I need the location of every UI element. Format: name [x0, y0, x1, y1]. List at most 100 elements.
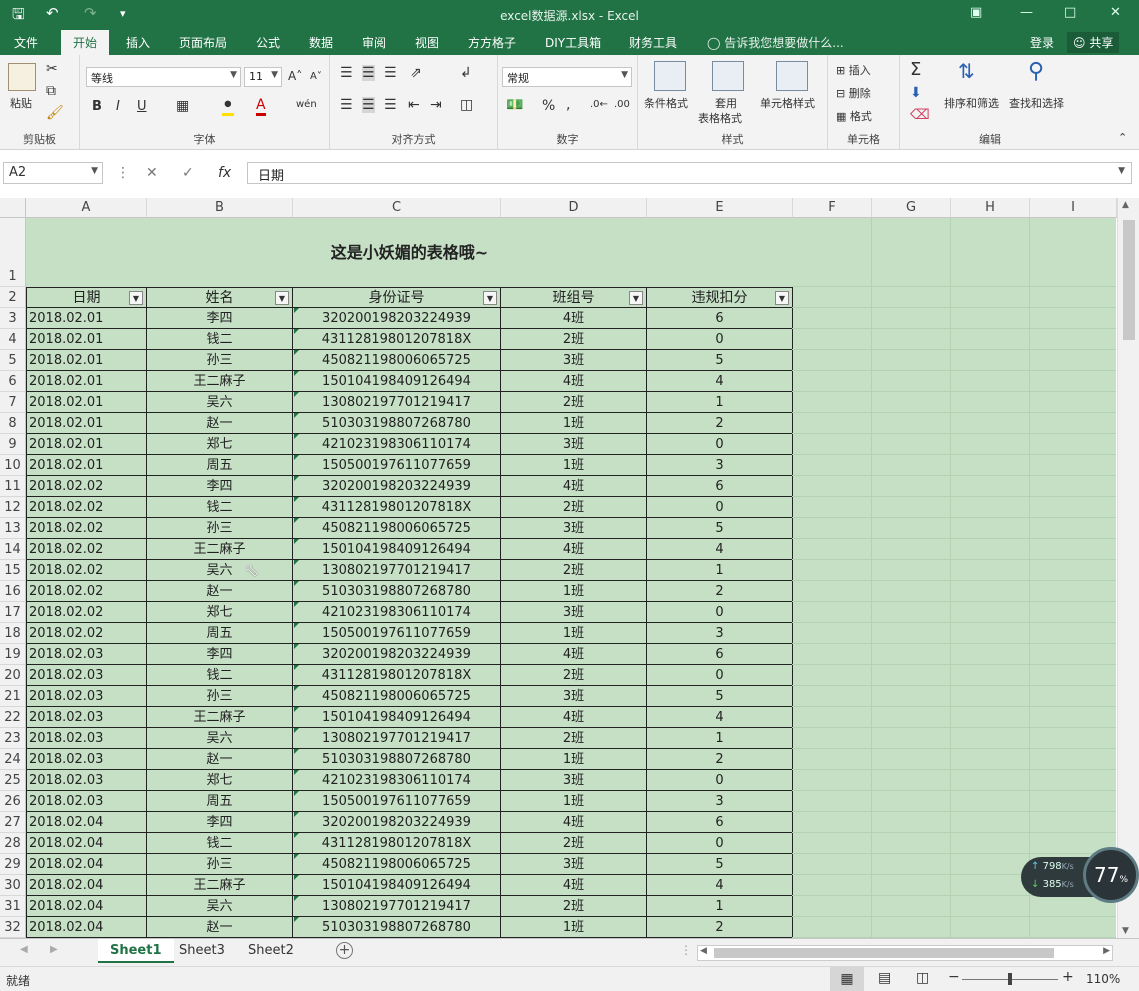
- filter-dropdown-icon[interactable]: ▼: [129, 291, 143, 305]
- cell-id[interactable]: 43112819801207818X: [293, 833, 501, 854]
- cell-date[interactable]: 2018.02.03: [26, 749, 147, 770]
- row-header[interactable]: 21: [0, 686, 26, 707]
- tab-home[interactable]: 开始: [61, 30, 110, 55]
- row-header[interactable]: 27: [0, 812, 26, 833]
- delete-cells-button[interactable]: ⊟ 删除: [836, 85, 871, 101]
- cell-team[interactable]: 1班: [501, 791, 647, 812]
- scroll-up-icon[interactable]: ▲: [1122, 200, 1129, 210]
- cell-score[interactable]: 4: [647, 875, 793, 896]
- row-header[interactable]: 3: [0, 308, 26, 329]
- find-select-button[interactable]: 查找和选择: [1009, 95, 1064, 111]
- decrease-indent-icon[interactable]: ⇤: [408, 97, 420, 113]
- cell-score[interactable]: 6: [647, 476, 793, 497]
- cell-name[interactable]: 孙三: [147, 518, 293, 539]
- row-header[interactable]: 6: [0, 371, 26, 392]
- cell-team[interactable]: 4班: [501, 875, 647, 896]
- row-header[interactable]: 26: [0, 791, 26, 812]
- cell-team[interactable]: 2班: [501, 896, 647, 917]
- cell-team[interactable]: 4班: [501, 476, 647, 497]
- cell-team[interactable]: 2班: [501, 329, 647, 350]
- cell-date[interactable]: 2018.02.03: [26, 770, 147, 791]
- cell-date[interactable]: 2018.02.03: [26, 665, 147, 686]
- cell-score[interactable]: 1: [647, 560, 793, 581]
- cell-date[interactable]: 2018.02.04: [26, 812, 147, 833]
- enter-icon[interactable]: ✓: [182, 165, 194, 181]
- select-all-corner[interactable]: [0, 198, 26, 218]
- page-layout-view-icon[interactable]: ▤: [878, 970, 891, 986]
- tab-file[interactable]: 文件: [14, 34, 38, 51]
- row-header[interactable]: 32: [0, 917, 26, 938]
- conditional-format-button[interactable]: 条件格式: [644, 95, 688, 111]
- cell-id[interactable]: 150500197611077659: [293, 791, 501, 812]
- cell-score[interactable]: 3: [647, 791, 793, 812]
- row-header[interactable]: 11: [0, 476, 26, 497]
- cell-team[interactable]: 2班: [501, 728, 647, 749]
- cell-date[interactable]: 2018.02.01: [26, 329, 147, 350]
- cell-name[interactable]: 李四: [147, 812, 293, 833]
- cell-name[interactable]: 赵一: [147, 749, 293, 770]
- cell-name[interactable]: 王二麻子: [147, 539, 293, 560]
- cell-id[interactable]: 130802197701219417: [293, 896, 501, 917]
- cell-name[interactable]: 王二麻子: [147, 707, 293, 728]
- cell-id[interactable]: 150104198409126494: [293, 371, 501, 392]
- cell-team[interactable]: 1班: [501, 581, 647, 602]
- cell-id[interactable]: 510303198807268780: [293, 917, 501, 938]
- cell-score[interactable]: 0: [647, 434, 793, 455]
- cell-id[interactable]: 43112819801207818X: [293, 329, 501, 350]
- cell-name[interactable]: 赵一: [147, 581, 293, 602]
- cell-team[interactable]: 4班: [501, 308, 647, 329]
- row-header[interactable]: 28: [0, 833, 26, 854]
- cell-name[interactable]: 钱二: [147, 665, 293, 686]
- cell-date[interactable]: 2018.02.04: [26, 896, 147, 917]
- cell-date[interactable]: 2018.02.03: [26, 791, 147, 812]
- zoom-level[interactable]: 110%: [1086, 972, 1120, 986]
- insert-function-button[interactable]: fx: [218, 165, 231, 181]
- cell-team[interactable]: 3班: [501, 686, 647, 707]
- filter-dropdown-icon[interactable]: ▼: [483, 291, 497, 305]
- zoom-out-button[interactable]: −: [948, 969, 960, 985]
- cell-team[interactable]: 4班: [501, 371, 647, 392]
- h-scroll-thumb[interactable]: [714, 948, 1054, 958]
- cell-score[interactable]: 4: [647, 707, 793, 728]
- cell-name[interactable]: 王二麻子: [147, 371, 293, 392]
- cell-date[interactable]: 2018.02.02: [26, 518, 147, 539]
- minimize-icon[interactable]: —: [1020, 5, 1033, 20]
- cell-team[interactable]: 3班: [501, 350, 647, 371]
- cell-score[interactable]: 1: [647, 728, 793, 749]
- zoom-slider-thumb[interactable]: [1008, 973, 1012, 985]
- row-header[interactable]: 7: [0, 392, 26, 413]
- cell-date[interactable]: 2018.02.01: [26, 455, 147, 476]
- col-header-c[interactable]: C: [293, 198, 501, 218]
- header-cell-id[interactable]: 身份证号 ▼: [293, 287, 501, 308]
- paste-button[interactable]: 粘贴: [10, 95, 32, 111]
- cell-score[interactable]: 6: [647, 812, 793, 833]
- cell-team[interactable]: 3班: [501, 434, 647, 455]
- horizontal-scrollbar[interactable]: ◀ ▶: [697, 945, 1113, 961]
- increase-font-icon[interactable]: A˄: [288, 69, 302, 83]
- row-header[interactable]: 19: [0, 644, 26, 665]
- row-header[interactable]: 18: [0, 623, 26, 644]
- cell-date[interactable]: 2018.02.01: [26, 392, 147, 413]
- row-header[interactable]: 17: [0, 602, 26, 623]
- format-as-table-label-1[interactable]: 套用: [715, 95, 737, 111]
- cell-name[interactable]: 郑七: [147, 434, 293, 455]
- cell-date[interactable]: 2018.02.02: [26, 581, 147, 602]
- bold-button[interactable]: B: [92, 99, 102, 114]
- autosum-icon[interactable]: Σ: [910, 59, 921, 80]
- cell-date[interactable]: 2018.02.01: [26, 434, 147, 455]
- cell-score[interactable]: 2: [647, 413, 793, 434]
- conditional-format-icon[interactable]: [654, 61, 686, 91]
- cell-team[interactable]: 1班: [501, 749, 647, 770]
- cell-date[interactable]: 2018.02.04: [26, 917, 147, 938]
- cell-score[interactable]: 0: [647, 329, 793, 350]
- cell-id[interactable]: 130802197701219417: [293, 392, 501, 413]
- cell-id[interactable]: 130802197701219417: [293, 728, 501, 749]
- number-format-select[interactable]: 常规 ▼: [502, 67, 632, 87]
- row-header[interactable]: 15: [0, 560, 26, 581]
- row-header[interactable]: 10: [0, 455, 26, 476]
- cell-score[interactable]: 5: [647, 350, 793, 371]
- italic-button[interactable]: I: [116, 99, 120, 114]
- row-header[interactable]: 13: [0, 518, 26, 539]
- phonetic-icon[interactable]: wén: [296, 99, 317, 110]
- cell-name[interactable]: 孙三: [147, 686, 293, 707]
